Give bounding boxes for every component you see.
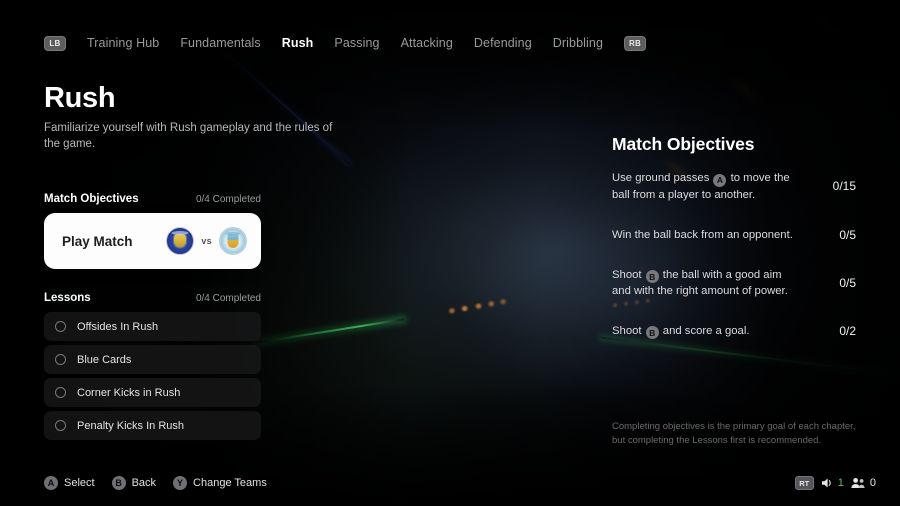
lesson-label: Penalty Kicks In Rush (77, 419, 184, 432)
prompt-select[interactable]: A Select (44, 476, 95, 490)
lesson-label: Blue Cards (77, 353, 132, 366)
prompt-label: Back (131, 477, 157, 489)
objective-text: Shoot B and score a goal. (612, 323, 749, 340)
button-b-icon: B (111, 476, 126, 490)
prompt-change-teams[interactable]: Y Change Teams (173, 476, 267, 490)
people-icon (851, 478, 865, 488)
play-match-label: Play Match (62, 233, 133, 249)
button-b-icon: B (645, 326, 659, 340)
button-a-icon: A (44, 476, 58, 490)
manchester-city-crest-icon (219, 227, 247, 255)
chelsea-crest-icon (166, 227, 195, 255)
lessons-title: Lessons (44, 292, 91, 304)
objective-text-before: Win the ball back from an opponent. (612, 228, 793, 241)
team-crests: vs (166, 227, 247, 255)
right-trigger-icon[interactable]: RT (794, 476, 814, 490)
lesson-label: Offsides In Rush (77, 320, 159, 333)
page-subtitle: Familiarize yourself with Rush gameplay … (44, 122, 333, 150)
objective-counter: 0/15 (832, 179, 856, 194)
objective-text: Use ground passes A to move the ball fro… (612, 170, 802, 203)
volume-value: 1 (837, 477, 844, 489)
vs-label: vs (201, 236, 212, 246)
button-b-icon: B (645, 270, 659, 283)
objectives-panel-title: Match Objectives (612, 134, 755, 154)
objectives-list: Use ground passes A to move the ball fro… (612, 170, 856, 363)
lesson-label: Corner Kicks in Rush (77, 386, 181, 399)
lessons-list: Offsides In Rush Blue Cards Corner Kicks… (44, 312, 261, 440)
lessons-section-header: Lessons 0/4 Completed (44, 292, 261, 304)
nav-item-dribbling[interactable]: Dribbling (553, 36, 603, 50)
list-item[interactable]: Offsides In Rush (44, 312, 261, 341)
list-item[interactable]: Blue Cards (44, 345, 261, 374)
nav-item-defending[interactable]: Defending (474, 36, 532, 50)
nav-item-rush[interactable]: Rush (282, 36, 314, 50)
volume-indicator[interactable]: 1 (821, 477, 844, 489)
objective-text-before: Use ground passes (612, 172, 713, 184)
objective-row: Shoot B the ball with a good aim and wit… (612, 267, 856, 300)
players-indicator[interactable]: 0 (851, 477, 876, 489)
nav-item-attacking[interactable]: Attacking (401, 36, 453, 50)
prompt-label: Select (64, 477, 95, 489)
objective-counter: 0/2 (839, 324, 856, 338)
nav-item-training-hub[interactable]: Training Hub (87, 36, 159, 50)
objective-text-after: and score a goal. (659, 324, 750, 337)
left-bumper-icon[interactable]: LB (44, 35, 66, 51)
incomplete-circle-icon (55, 354, 66, 365)
incomplete-circle-icon (55, 387, 66, 398)
prompt-label: Change Teams (193, 477, 267, 489)
objective-counter: 0/5 (839, 227, 856, 242)
match-objectives-title: Match Objectives (44, 193, 139, 205)
game-menu-screen: LB Training Hub Fundamentals Rush Passin… (0, 0, 900, 506)
status-hud: RT 1 0 (794, 476, 876, 490)
incomplete-circle-icon (55, 321, 66, 332)
objective-counter: 0/5 (839, 275, 856, 290)
match-objectives-section-header: Match Objectives 0/4 Completed (44, 193, 261, 205)
match-objectives-progress: 0/4 Completed (195, 194, 261, 205)
objective-text-before: Shoot (612, 268, 645, 281)
nav-item-fundamentals[interactable]: Fundamentals (180, 36, 260, 50)
button-prompt-bar: A Select B Back Y Change Teams (44, 476, 267, 490)
play-match-card[interactable]: Play Match vs (44, 213, 261, 269)
speaker-icon (821, 478, 831, 488)
incomplete-circle-icon (55, 420, 66, 431)
lessons-progress: 0/4 Completed (195, 293, 261, 304)
button-a-icon: A (713, 173, 727, 187)
button-y-icon: Y (173, 476, 188, 490)
list-item[interactable]: Penalty Kicks In Rush (44, 411, 261, 440)
objective-text: Shoot B the ball with a good aim and wit… (612, 267, 802, 300)
players-value: 0 (869, 477, 876, 489)
page-title: Rush (44, 82, 116, 114)
objective-row: Win the ball back from an opponent. 0/5 (612, 219, 856, 251)
objective-row: Use ground passes A to move the ball fro… (612, 170, 856, 203)
right-bumper-icon[interactable]: RB (624, 35, 647, 51)
objectives-note: Completing objectives is the primary goa… (612, 421, 856, 446)
objective-text-before: Shoot (612, 324, 645, 337)
prompt-back[interactable]: B Back (111, 476, 157, 490)
list-item[interactable]: Corner Kicks in Rush (44, 378, 261, 407)
nav-item-passing[interactable]: Passing (334, 36, 379, 50)
objective-text: Win the ball back from an opponent. (612, 227, 793, 243)
top-navigation: LB Training Hub Fundamentals Rush Passin… (44, 32, 647, 54)
objective-row: Shoot B and score a goal. 0/2 (612, 315, 856, 347)
